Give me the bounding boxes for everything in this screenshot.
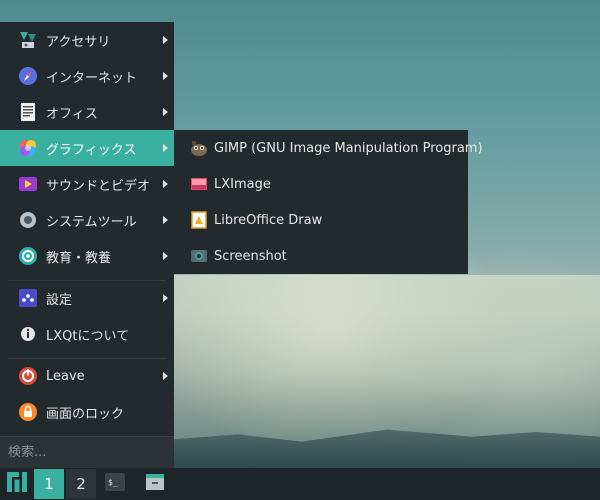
menu-item-label: システムツール	[46, 214, 137, 230]
desktop-2-button[interactable]: 2	[66, 469, 96, 499]
menu-item-settings[interactable]: 設定	[0, 280, 174, 316]
power-icon	[18, 366, 38, 386]
submenu-item-gimp[interactable]: GIMP (GNU Image Manipulation Program)	[174, 130, 483, 166]
submenu-arrow-icon	[163, 180, 168, 188]
image-viewer-icon	[190, 175, 208, 193]
menu-item-label: アクセサリ	[46, 34, 111, 50]
submenu-arrow-icon	[163, 294, 168, 302]
menu-item-label: 画面のロック	[46, 406, 125, 422]
menu-item-label: 設定	[46, 292, 73, 308]
menu-item-system-tools[interactable]: システムツール	[0, 202, 174, 238]
menu-item-accessories[interactable]: アクセサリ	[0, 22, 174, 58]
main-menu-button[interactable]	[0, 468, 34, 500]
lock-icon	[18, 402, 38, 422]
submenu-item-libreoffice-draw[interactable]: LibreOffice Draw	[174, 202, 468, 238]
menu-item-graphics[interactable]: グラフィックス	[0, 130, 174, 166]
submenu-arrow-icon	[163, 372, 168, 380]
menu-item-internet[interactable]: インターネット	[0, 58, 174, 94]
file-manager-icon	[145, 473, 165, 495]
internet-icon	[18, 66, 38, 86]
application-menu: アクセサリ インターネット オフィス グラフィックス サウンドとビデオ システム…	[0, 22, 174, 468]
graphics-icon	[18, 138, 38, 158]
submenu-item-lximage[interactable]: LXImage	[174, 166, 468, 202]
libreoffice-draw-icon	[190, 211, 208, 229]
graphics-submenu: GIMP (GNU Image Manipulation Program) LX…	[174, 130, 483, 274]
menu-item-lock-screen[interactable]: 画面のロック	[0, 394, 174, 430]
submenu-item-label: LibreOffice Draw	[214, 212, 323, 228]
menu-item-education[interactable]: 教育・教養	[0, 238, 174, 274]
desktop-1-button[interactable]: 1	[34, 469, 64, 499]
education-icon	[18, 246, 38, 266]
camera-icon	[190, 247, 208, 265]
menu-item-label: LXQtについて	[46, 328, 130, 344]
menu-item-label: Leave	[46, 368, 85, 384]
menu-item-office[interactable]: オフィス	[0, 94, 174, 130]
menu-item-leave[interactable]: Leave	[0, 358, 174, 394]
menu-item-sound-video[interactable]: サウンドとビデオ	[0, 166, 174, 202]
menu-item-about-lxqt[interactable]: LXQtについて	[0, 316, 174, 352]
menu-item-label: 教育・教養	[46, 250, 112, 266]
submenu-arrow-icon	[163, 72, 168, 80]
taskbar-terminal-button[interactable]: $_	[98, 468, 132, 500]
menu-search-box	[0, 436, 174, 468]
manjaro-logo-icon	[7, 472, 27, 496]
menu-item-label: オフィス	[46, 106, 98, 122]
submenu-arrow-icon	[163, 36, 168, 44]
taskbar-file-manager-button[interactable]	[138, 468, 172, 500]
info-icon	[18, 324, 38, 344]
menu-item-label: サウンドとビデオ	[46, 178, 151, 194]
menu-search-input[interactable]	[8, 445, 168, 460]
submenu-arrow-icon	[163, 252, 168, 260]
menu-item-label: グラフィックス	[46, 142, 137, 158]
settings-icon	[18, 288, 38, 308]
office-icon	[18, 102, 38, 122]
sound-video-icon	[18, 174, 38, 194]
submenu-arrow-icon	[163, 216, 168, 224]
submenu-item-label: LXImage	[214, 176, 271, 192]
submenu-item-label: Screenshot	[214, 248, 287, 264]
svg-text:$_: $_	[108, 478, 118, 487]
accessories-icon	[18, 30, 38, 50]
system-tools-icon	[18, 210, 38, 230]
taskbar: 1 2 $_	[0, 468, 600, 500]
submenu-arrow-icon	[163, 108, 168, 116]
submenu-arrow-icon	[163, 144, 168, 152]
gimp-icon	[190, 139, 208, 157]
terminal-icon: $_	[105, 473, 125, 495]
submenu-item-screenshot[interactable]: Screenshot	[174, 238, 468, 274]
menu-item-label: インターネット	[46, 70, 138, 86]
submenu-item-label: GIMP (GNU Image Manipulation Program)	[214, 140, 483, 156]
